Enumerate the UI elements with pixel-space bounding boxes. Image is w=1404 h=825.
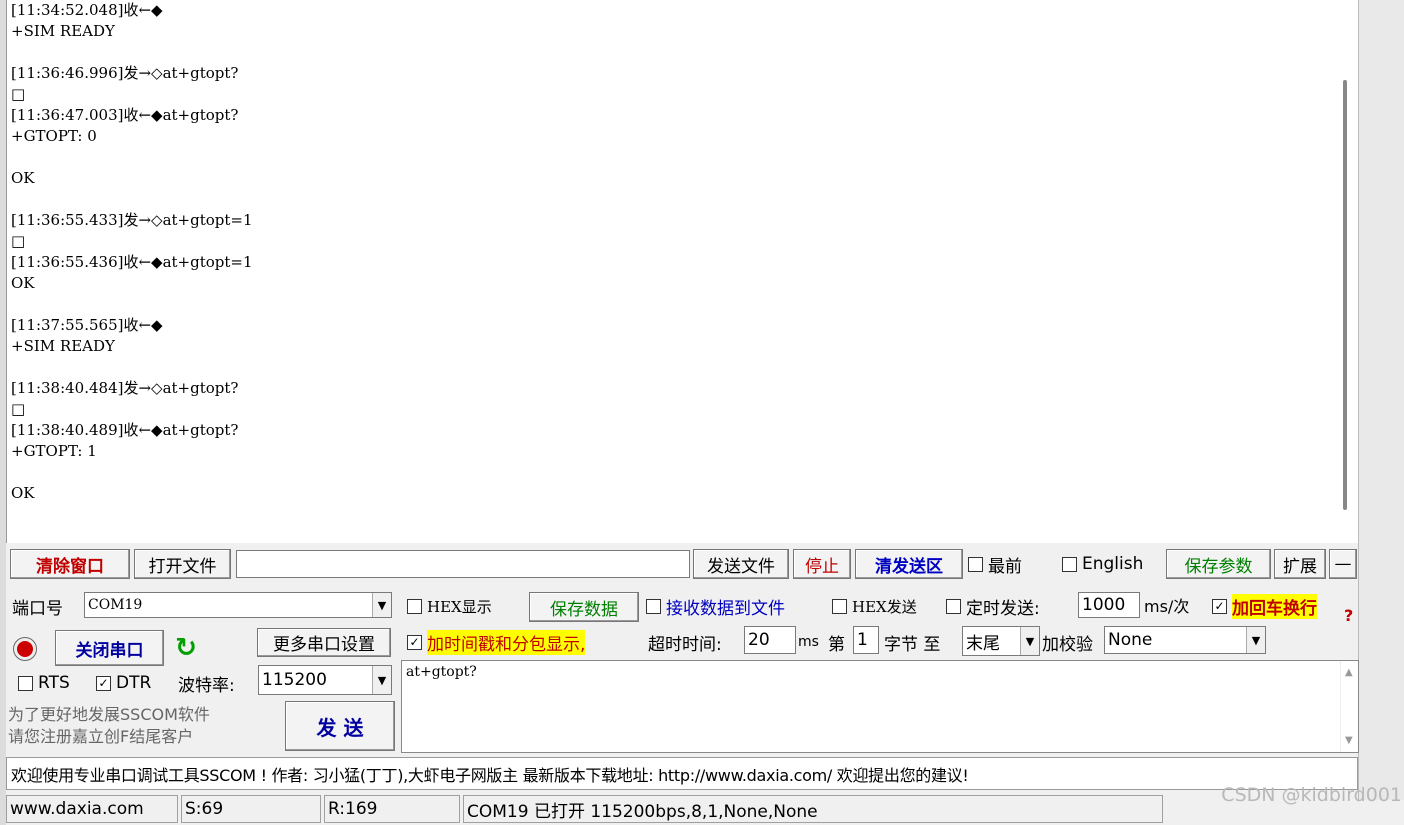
send-file-button[interactable]: 发送文件 <box>693 549 789 579</box>
clear-send-label: 清发送区 <box>875 556 943 577</box>
add-crlf-label: 加回车换行 <box>1232 593 1317 619</box>
rts-checkbox[interactable]: RTS <box>18 668 96 698</box>
stop-button[interactable]: 停止 <box>793 549 851 579</box>
receive-log: [11:34:52.048]收←◆ +SIM READY [11:36:46.9… <box>11 1 253 502</box>
help-icon[interactable]: ? <box>1344 606 1358 628</box>
chevron-down-icon: ▼ <box>1020 627 1039 655</box>
end-select[interactable]: 末尾 ▼ <box>962 626 1040 656</box>
topmost-check-icon <box>968 556 983 572</box>
receive-scrollbar-thumb[interactable] <box>1343 80 1347 510</box>
hex-display-check-icon <box>407 598 422 614</box>
promo-line-1: 为了更好地发展SSCOM软件 <box>8 705 210 724</box>
recv-to-file-label: 接收数据到文件 <box>666 598 785 619</box>
clear-window-button[interactable]: 清除窗口 <box>10 549 130 579</box>
recv-to-file-check-icon <box>646 598 661 614</box>
status-site: www.daxia.com <box>6 795 178 823</box>
save-params-label: 保存参数 <box>1184 556 1253 577</box>
timed-send-checkbox[interactable]: 定时发送: <box>946 592 1076 620</box>
topmost-checkbox[interactable]: 最前 <box>968 549 1052 579</box>
english-check-icon <box>1062 556 1077 572</box>
checksum-label: 加校验 <box>1042 634 1093 655</box>
send-button[interactable]: 发 送 <box>285 701 395 751</box>
chevron-down-icon: ▼ <box>1246 627 1265 653</box>
record-indicator-icon <box>14 638 36 660</box>
port-select[interactable]: COM19 ▼ <box>84 592 392 618</box>
expand-label: 扩展 <box>1283 556 1317 577</box>
scroll-down-icon[interactable]: ▼ <box>1345 735 1353 746</box>
more-settings-button[interactable]: 更多串口设置 <box>257 628 391 657</box>
collapse-label: — <box>1334 554 1352 574</box>
status-port-state: COM19 已打开 115200bps,8,1,None,None <box>463 795 1163 823</box>
rts-label: RTS <box>38 673 70 693</box>
save-params-button[interactable]: 保存参数 <box>1166 549 1271 579</box>
baud-label: 波特率: <box>178 675 235 696</box>
watermark: CSDN @kidbird001 <box>1221 784 1402 806</box>
send-file-label: 发送文件 <box>707 556 775 577</box>
promo-text: 为了更好地发展SSCOM软件 请您注册嘉立创F结尾客户 <box>8 704 280 750</box>
interval-input[interactable]: 1000 <box>1078 592 1140 618</box>
rts-check-icon <box>18 675 33 691</box>
hex-send-label: HEX发送 <box>852 597 917 616</box>
topmost-label: 最前 <box>988 556 1022 577</box>
nth-label: 第 <box>828 634 845 655</box>
dtr-check-icon: ✓ <box>96 675 111 691</box>
hex-display-checkbox[interactable]: HEX显示 <box>407 592 527 620</box>
send-label: 发 送 <box>316 715 364 740</box>
clear-window-label: 清除窗口 <box>36 556 104 577</box>
promo-line-2: 请您注册嘉立创F结尾客户 <box>8 727 194 746</box>
timeout-unit: ms <box>798 634 819 650</box>
timeout-input[interactable]: 20 <box>744 626 796 654</box>
save-data-button[interactable]: 保存数据 <box>529 592 639 622</box>
timed-send-check-icon <box>946 598 961 614</box>
timed-send-label: 定时发送: <box>966 598 1040 619</box>
timestamp-label: 加时间戳和分包显示, <box>427 629 586 655</box>
banner: 欢迎使用专业串口调试工具SSCOM ! 作者: 习小猛(丁丁),大虾电子网版主 … <box>6 757 1358 790</box>
baud-select[interactable]: 115200 ▼ <box>258 665 392 695</box>
byte-to-label: 字节 至 <box>884 634 941 655</box>
dtr-label: DTR <box>116 673 152 693</box>
more-settings-label: 更多串口设置 <box>273 635 375 655</box>
checksum-value: None <box>1108 630 1153 650</box>
english-checkbox[interactable]: English <box>1062 549 1162 579</box>
open-file-label: 打开文件 <box>148 556 217 577</box>
checksum-select[interactable]: None ▼ <box>1104 626 1266 654</box>
close-port-label: 关闭串口 <box>75 640 144 661</box>
receive-area[interactable]: [11:34:52.048]收←◆ +SIM READY [11:36:46.9… <box>6 0 1358 543</box>
status-received: R:169 <box>324 795 460 823</box>
add-crlf-checkbox[interactable]: ✓ 加回车换行 <box>1212 592 1348 620</box>
save-data-label: 保存数据 <box>550 599 618 620</box>
timestamp-checkbox[interactable]: ✓ 加时间戳和分包显示, <box>407 628 643 656</box>
nth-input[interactable]: 1 <box>853 626 879 654</box>
scroll-up-icon[interactable]: ▲ <box>1345 667 1353 678</box>
window-right-edge <box>1358 0 1404 800</box>
clear-send-button[interactable]: 清发送区 <box>855 549 963 579</box>
baud-value: 115200 <box>262 670 327 690</box>
close-port-button[interactable]: 关闭串口 <box>55 630 164 666</box>
end-value: 末尾 <box>966 633 1000 654</box>
chevron-down-icon: ▼ <box>372 666 391 694</box>
interval-unit: ms/次 <box>1144 597 1190 616</box>
send-input[interactable]: at+gtopt? ▲ ▼ <box>401 660 1359 753</box>
file-path-input[interactable] <box>236 550 690 578</box>
expand-button[interactable]: 扩展 <box>1274 549 1326 579</box>
collapse-button[interactable]: — <box>1329 549 1357 579</box>
english-label: English <box>1082 554 1144 574</box>
timeout-label: 超时时间: <box>648 634 722 655</box>
timestamp-check-icon: ✓ <box>407 634 422 650</box>
refresh-icon[interactable]: ↻ <box>168 630 204 666</box>
add-crlf-check-icon: ✓ <box>1212 598 1227 614</box>
hex-send-checkbox[interactable]: HEX发送 <box>832 592 946 620</box>
send-scrollbar[interactable]: ▲ ▼ <box>1340 661 1358 752</box>
stop-label: 停止 <box>805 556 839 577</box>
port-label: 端口号 <box>12 598 63 619</box>
status-sent: S:69 <box>181 795 321 823</box>
chevron-down-icon: ▼ <box>372 593 391 617</box>
open-file-button[interactable]: 打开文件 <box>134 549 231 579</box>
recv-to-file-checkbox[interactable]: 接收数据到文件 <box>646 592 826 620</box>
dtr-checkbox[interactable]: ✓ DTR <box>96 668 176 698</box>
port-value: COM19 <box>88 597 143 613</box>
send-text: at+gtopt? <box>406 664 477 680</box>
hex-display-label: HEX显示 <box>427 597 492 616</box>
hex-send-check-icon <box>832 598 847 614</box>
